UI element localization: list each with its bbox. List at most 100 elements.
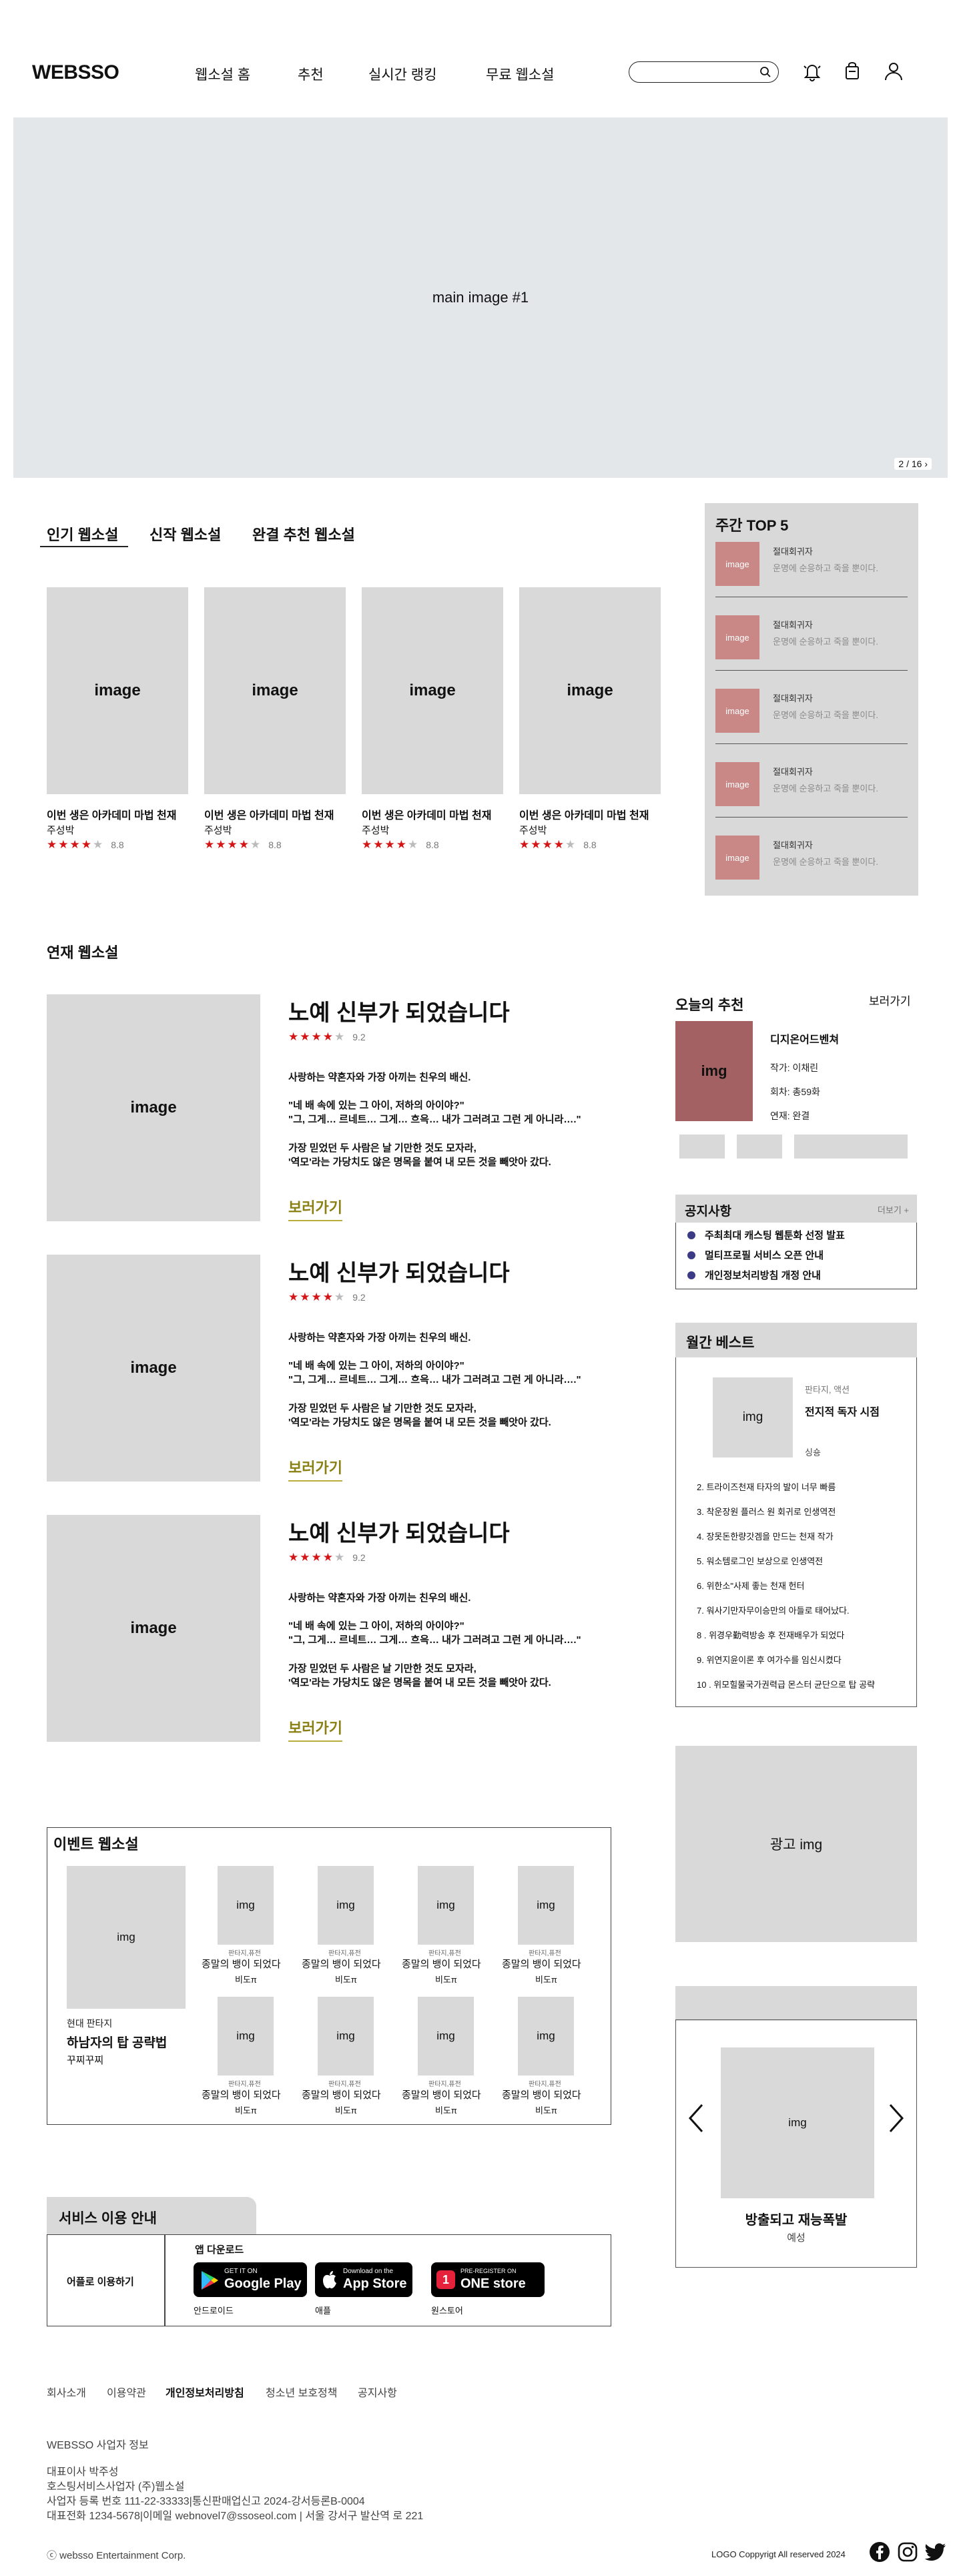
tab-new[interactable]: 신작 웹소설 [149,523,221,545]
top5-item[interactable]: image 절대회귀자 운명에 순응하고 죽을 뿐이다. [715,542,908,615]
event-item-title[interactable]: 종말의 뱅이 되었다 [302,1957,381,1971]
twitter-icon[interactable] [925,2543,946,2561]
event-item-title[interactable]: 종말의 뱅이 되었다 [502,2087,581,2102]
top5-thumbnail[interactable]: image [715,689,759,733]
monthly-best-item[interactable]: 10 . 위모힐물국가권력급 몬스터 균단으로 탑 공략 [697,1678,875,1690]
hero-pager[interactable]: 2 / 16 › [894,458,932,470]
nav-realtime-ranking[interactable]: 실시간 랭킹 [368,64,436,84]
novel-card-title[interactable]: 이번 생은 아카데미 마법 천재 [47,806,176,822]
carousel-title[interactable]: 방출되고 재능폭발 [675,2209,917,2228]
novel-card-image[interactable]: image [204,587,346,794]
notice-item[interactable]: 멀티프로필 서비스 오픈 안내 [687,1248,824,1262]
event-main-image[interactable]: img [67,1866,186,2009]
novel-card-title[interactable]: 이번 생은 아카데미 마법 천재 [362,806,491,822]
user-icon[interactable] [882,60,905,83]
event-item-image[interactable]: img [318,1997,374,2075]
monthly-best-item[interactable]: 3. 착운장원 플러스 원 회귀로 인생역전 [697,1505,836,1518]
facebook-icon[interactable] [869,2541,890,2563]
google-play-button[interactable]: GET IT ON Google Play [194,2262,307,2297]
instagram-icon[interactable] [897,2541,918,2563]
top5-thumbnail[interactable]: image [715,836,759,880]
event-main-title[interactable]: 하남자의 탑 공략법 [67,2033,167,2051]
today-novel-title[interactable]: 디지온어드벤쳐 [770,1030,839,1046]
chevron-right-icon[interactable]: › [924,458,928,469]
event-item-image[interactable]: img [518,1997,574,2075]
monthly-best-item[interactable]: 5. 워소템로그인 보상으로 인생역전 [697,1554,823,1567]
monthly-best-item[interactable]: 7. 워사기만자무이승만의 아들로 태어났다. [697,1604,850,1616]
nav-free-webnovel[interactable]: 무료 웹소설 [486,64,554,84]
serial-image[interactable]: image [47,1515,260,1742]
monthly-best-item[interactable]: 8 . 위경우勤력방송 후 전재배우가 되었다 [697,1628,844,1641]
event-item-title[interactable]: 종말의 뱅이 되었다 [402,1957,481,1971]
serial-synopsis: 사랑하는 약혼자와 가장 아끼는 친우의 배신. [288,1592,471,1604]
monthly-best-item[interactable]: 2. 트라이즈천재 타자의 발이 너무 빠름 [697,1480,836,1493]
footer-link-youth[interactable]: 청소년 보호정책 [266,2384,338,2400]
serial-image[interactable]: image [47,1255,260,1482]
top5-item[interactable]: image 절대회귀자 운명에 순응하고 죽을 뿐이다. [715,836,908,909]
nav-recommend[interactable]: 추천 [298,64,324,84]
monthly-best-top-image[interactable]: img [713,1377,793,1458]
monthly-best-top-title[interactable]: 전지적 독자 시점 [805,1403,880,1419]
event-item-image[interactable]: img [518,1866,574,1945]
event-item-image[interactable]: img [318,1866,374,1945]
hero-banner[interactable]: main image #1 2 / 16 › [13,117,948,478]
footer-link-terms[interactable]: 이용약관 [107,2384,146,2400]
today-option-button[interactable] [794,1135,908,1159]
tab-popular[interactable]: 인기 웹소설 [47,523,118,545]
event-item-title[interactable]: 종말의 뱅이 되었다 [202,2087,281,2102]
novel-card-image[interactable]: image [47,587,188,794]
novel-card-title[interactable]: 이번 생은 아카데미 마법 천재 [519,806,649,822]
serial-image[interactable]: image [47,994,260,1221]
event-item-image[interactable]: img [418,1997,474,2075]
event-item-image[interactable]: img [218,1997,274,2075]
chevron-right-icon[interactable] [888,2104,905,2133]
today-more-link[interactable]: 보러가기 [869,992,911,1008]
shopping-bag-icon[interactable] [841,60,864,83]
search-icon[interactable] [759,66,771,78]
serial-title[interactable]: 노예 신부가 되었습니다 [288,1515,510,1548]
chevron-left-icon[interactable] [687,2104,705,2133]
novel-card-title[interactable]: 이번 생은 아카데미 마법 천재 [204,806,334,822]
event-item-title[interactable]: 종말의 뱅이 되었다 [402,2087,481,2102]
footer-link-privacy[interactable]: 개인정보처리방침 [166,2384,244,2400]
event-item-title[interactable]: 종말의 뱅이 되었다 [202,1957,281,1971]
event-item-image[interactable]: img [418,1866,474,1945]
novel-card-image[interactable]: image [362,587,503,794]
serial-title[interactable]: 노예 신부가 되었습니다 [288,1255,510,1287]
search-input[interactable] [639,62,759,81]
notice-item[interactable]: 주최최대 캐스팅 웹툰화 선정 발표 [687,1228,845,1242]
site-logo[interactable]: WEBSSO [32,61,119,84]
top5-thumbnail[interactable]: image [715,615,759,659]
carousel-image[interactable]: img [721,2047,874,2198]
today-option-button[interactable] [679,1135,725,1159]
app-store-button[interactable]: Download on the App Store [315,2262,412,2297]
event-item-title[interactable]: 종말의 뱅이 되었다 [302,2087,381,2102]
view-link[interactable]: 보러가기 [288,1456,342,1482]
today-image[interactable]: img [675,1021,753,1121]
top5-item[interactable]: image 절대회귀자 운명에 순응하고 죽을 뿐이다. [715,689,908,762]
bell-icon[interactable] [801,60,824,83]
notice-item[interactable]: 개인정보처리방침 개정 안내 [687,1268,821,1282]
top5-item[interactable]: image 절대회귀자 운명에 순응하고 죽을 뿐이다. [715,615,908,689]
top5-thumbnail[interactable]: image [715,542,759,586]
top5-item[interactable]: image 절대회귀자 운명에 순응하고 죽을 뿐이다. [715,762,908,836]
today-option-button[interactable] [737,1135,782,1159]
advertisement-banner[interactable]: 광고 img [675,1746,917,1942]
service-label: 어플로 이용하기 [67,2276,134,2288]
event-item-title[interactable]: 종말의 뱅이 되었다 [502,1957,581,1971]
monthly-best-item[interactable]: 4. 장못돈한량갓겜을 만드는 천재 작가 [697,1530,834,1542]
tab-completed[interactable]: 완결 추천 웹소설 [252,523,355,545]
footer-link-company[interactable]: 회사소개 [47,2384,86,2400]
monthly-best-item[interactable]: 9. 위연지윤이론 후 여가수를 임신시켰다 [697,1653,842,1666]
novel-card-image[interactable]: image [519,587,661,794]
monthly-best-item[interactable]: 6. 위한소"사제 좋는 천재 헌터 [697,1579,804,1592]
event-item-image[interactable]: img [218,1866,274,1945]
serial-title[interactable]: 노예 신부가 되었습니다 [288,994,510,1027]
nav-webnovel-home[interactable]: 웹소설 홈 [195,64,250,84]
one-store-button[interactable]: 1 PRE-REGISTER ON ONE store [431,2262,545,2297]
footer-link-notice[interactable]: 공지사항 [358,2384,397,2400]
top5-thumbnail[interactable]: image [715,762,759,806]
view-link[interactable]: 보러가기 [288,1196,342,1221]
notice-more-link[interactable]: 더보기 + [878,1203,909,1216]
view-link[interactable]: 보러가기 [288,1716,342,1742]
